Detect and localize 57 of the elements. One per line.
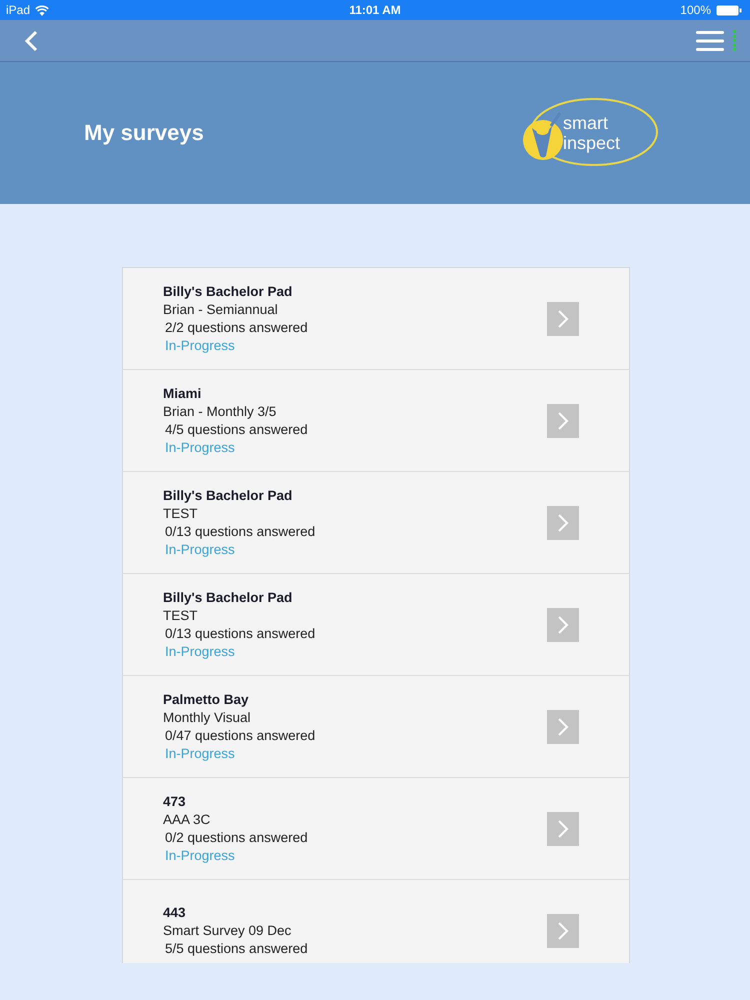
survey-row[interactable]: Billy's Bachelor Pad TEST 0/13 questions answered In-Progress xyxy=(123,472,629,574)
open-button[interactable] xyxy=(547,812,579,846)
survey-title: Billy's Bachelor Pad xyxy=(163,590,294,605)
survey-row[interactable]: Billy's Bachelor Pad Brian - Semiannual 2/2 questions answered In-Progress xyxy=(123,268,629,370)
open-button[interactable] xyxy=(547,302,579,336)
survey-row[interactable]: 443 Smart Survey 09 Dec 5/5 questions answered xyxy=(123,880,629,963)
survey-title: Palmetto Bay xyxy=(163,692,250,707)
questions-count: 0/47 questions answered xyxy=(164,728,316,743)
page-title: My surveys xyxy=(84,120,204,146)
survey-subtitle: Brian - Monthly 3/5 xyxy=(163,404,278,419)
questions-count: 4/5 questions answered xyxy=(164,422,308,437)
battery-percent: 100% xyxy=(680,3,711,17)
back-icon[interactable] xyxy=(24,30,38,52)
survey-subtitle: Smart Survey 09 Dec xyxy=(163,923,292,938)
survey-status: In-Progress xyxy=(164,746,236,761)
survey-title: Billy's Bachelor Pad xyxy=(163,488,294,503)
survey-row[interactable]: 473 AAA 3C 0/2 questions answered In-Progress xyxy=(123,778,629,880)
questions-count: 0/13 questions answered xyxy=(164,626,316,641)
survey-subtitle: AAA 3C xyxy=(163,812,212,827)
questions-count: 0/2 questions answered xyxy=(164,830,308,845)
survey-subtitle: Brian - Semiannual xyxy=(163,302,279,317)
indicator-icon xyxy=(733,30,736,52)
survey-status: In-Progress xyxy=(164,338,236,353)
chevron-icon xyxy=(557,614,569,634)
clock-time: 11:01 AM xyxy=(348,3,402,17)
questions-count: 2/2 questions answered xyxy=(164,320,308,335)
chevron-icon xyxy=(557,410,569,430)
open-button[interactable] xyxy=(547,404,579,438)
survey-status: In-Progress xyxy=(164,440,236,455)
survey-row[interactable]: Billy's Bachelor Pad TEST 0/13 questions answered In-Progress xyxy=(123,574,629,676)
survey-title: 443 xyxy=(163,905,187,920)
survey-title: Billy's Bachelor Pad xyxy=(163,284,294,299)
survey-subtitle: TEST xyxy=(163,608,199,623)
chevron-icon xyxy=(557,920,569,940)
survey-status: In-Progress xyxy=(164,542,236,557)
chevron-icon xyxy=(557,308,569,328)
open-button[interactable] xyxy=(547,608,579,642)
survey-title: Miami xyxy=(163,386,202,401)
survey-row[interactable]: Miami Brian - Monthly 3/5 4/5 questions answered In-Progress xyxy=(123,370,629,472)
survey-row[interactable]: Palmetto Bay Monthly Visual 0/47 questions answered In-Progress xyxy=(123,676,629,778)
chevron-icon xyxy=(557,716,569,736)
open-button[interactable] xyxy=(547,914,579,948)
survey-subtitle: TEST xyxy=(163,506,199,521)
carrier-name: iPad xyxy=(6,3,30,17)
survey-title: 473 xyxy=(163,794,187,809)
battery-icon xyxy=(716,4,742,16)
chevron-icon xyxy=(557,512,569,532)
wifi-icon xyxy=(35,4,50,16)
questions-count: 5/5 questions answered xyxy=(164,941,308,956)
menu-icon[interactable] xyxy=(696,30,724,52)
chevron-icon xyxy=(557,818,569,838)
survey-status: In-Progress xyxy=(164,644,236,659)
open-button[interactable] xyxy=(547,506,579,540)
survey-status: In-Progress xyxy=(164,848,236,863)
questions-count: 0/13 questions answered xyxy=(164,524,316,539)
survey-subtitle: Monthly Visual xyxy=(163,710,252,725)
open-button[interactable] xyxy=(547,710,579,744)
